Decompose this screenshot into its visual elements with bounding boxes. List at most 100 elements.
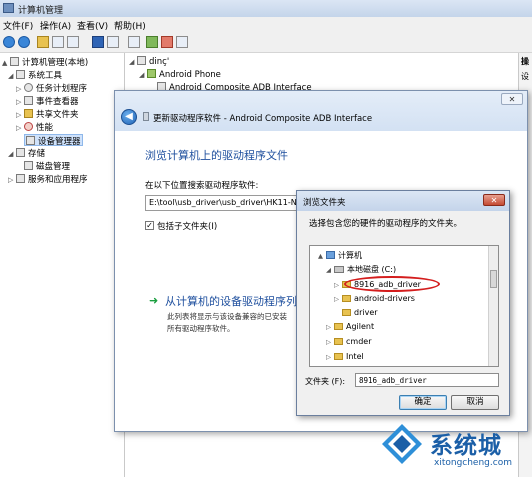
pick-from-list-link[interactable]: 从计算机的设备驱动程序列表 [165, 293, 308, 309]
expand-arrow-icon[interactable]: ▷ [16, 85, 24, 93]
folder-icon [342, 309, 351, 316]
android-phone-icon [147, 69, 156, 78]
tree-item-system-tools[interactable]: ◢ 系统工具 [8, 69, 62, 81]
folder-icon [334, 323, 343, 330]
wizard-back-icon[interactable]: ◀ [121, 109, 137, 125]
forward-icon[interactable] [18, 36, 30, 48]
pick-description-line2: 所有驱动程序软件。 [167, 324, 235, 333]
device-category-android-phone[interactable]: ◢ Android Phone [139, 69, 221, 81]
menu-view[interactable]: 查看(V) [77, 19, 108, 32]
watermark-brand: 系统城 [430, 433, 502, 459]
browse-titlebar[interactable]: 浏览文件夹 ✕ [297, 191, 509, 211]
search-location-label: 在以下位置搜索驱动程序软件: [145, 181, 259, 191]
menu-action[interactable]: 操作(A) [40, 19, 71, 32]
computer-icon [137, 56, 146, 65]
tree-item-computer-management[interactable]: ▲ 计算机管理(本地) [2, 56, 88, 68]
cancel-button[interactable]: 取消 [451, 395, 499, 410]
expand-arrow-icon[interactable]: ▷ [16, 124, 24, 132]
tree-item-performance[interactable]: ▷ 性能 [16, 121, 53, 133]
folder-icon [334, 338, 343, 345]
tree-item-event-viewer[interactable]: ▷ 事件查看器 [16, 95, 79, 107]
clock-icon [24, 83, 33, 92]
include-subfolders-label[interactable]: 包括子文件夹(I) [157, 220, 217, 232]
toolbar [0, 32, 532, 53]
actions-item[interactable]: 设 [521, 71, 529, 82]
expand-arrow-icon[interactable]: ▷ [16, 98, 24, 106]
performance-icon [24, 122, 33, 131]
folder-input[interactable]: 8916_adb_driver [355, 373, 499, 387]
wizard-title: 更新驱动程序软件 - Android Composite ADB Interfa… [153, 114, 373, 124]
watermark-url: xitongcheng.com [434, 458, 512, 468]
browse-close-button[interactable]: ✕ [483, 194, 505, 206]
tree-item-storage[interactable]: ◢ 存储 [8, 147, 45, 159]
view-icon[interactable] [107, 36, 119, 48]
services-icon [16, 174, 25, 183]
watermark-logo [382, 424, 422, 464]
folder-node-agilent[interactable]: ▷ Agilent [326, 322, 374, 334]
browse-title: 浏览文件夹 [303, 198, 346, 208]
shared-folder-icon [24, 109, 33, 118]
red-highlight-circle [344, 276, 440, 292]
menu-file[interactable]: 文件(F) [3, 19, 33, 32]
tree-item-shared-folders[interactable]: ▷ 共享文件夹 [16, 108, 79, 120]
tools-icon [16, 70, 25, 79]
folder-node-android-drivers[interactable]: ▷ android-drivers [334, 294, 415, 306]
folder-node-intel[interactable]: ▷ Intel [326, 352, 364, 364]
computer-icon [326, 251, 335, 259]
disk-icon [24, 161, 33, 170]
window-titlebar[interactable]: 计算机管理 [0, 0, 532, 18]
expand-arrow-icon[interactable]: ▷ [326, 338, 334, 346]
help-icon[interactable] [92, 36, 104, 48]
expand-arrow-icon[interactable]: ▷ [326, 323, 334, 331]
wizard-header: ◀ 更新驱动程序软件 - Android Composite ADB Inter… [115, 91, 527, 131]
scrollbar-thumb[interactable] [490, 270, 497, 288]
properties-icon[interactable] [67, 36, 79, 48]
storage-icon [16, 148, 25, 157]
ok-button[interactable]: 确定 [399, 395, 447, 410]
device-root[interactable]: ◢ dinç' [129, 56, 169, 68]
folder-node-driver[interactable]: driver [342, 308, 378, 320]
device-icon [143, 112, 149, 121]
expand-arrow-icon[interactable]: ▷ [334, 295, 342, 303]
event-viewer-icon [24, 96, 33, 105]
back-icon[interactable] [3, 36, 15, 48]
wizard-close-button[interactable]: ✕ [501, 93, 523, 105]
expand-arrow-icon[interactable]: ▷ [334, 281, 342, 289]
expand-arrow-icon[interactable]: ▷ [16, 111, 24, 119]
folder-node-cmder[interactable]: ▷ cmder [326, 337, 371, 349]
tree-item-services-apps[interactable]: ▷ 服务和应用程序 [8, 173, 88, 185]
up-folder-icon[interactable] [37, 36, 49, 48]
uninstall-icon[interactable] [161, 36, 173, 48]
actions-header: 操 [521, 57, 529, 66]
tree-item-disk-management[interactable]: 磁盘管理 [24, 160, 70, 172]
folder-tree: ▲ 计算机 ◢ 本地磁盘 (C:) ▷ 8916_adb_driver ▷ androi… [309, 245, 499, 367]
collapse-arrow-icon[interactable]: ▲ [2, 59, 10, 67]
scan-hardware-icon[interactable] [128, 36, 140, 48]
device-manager-icon [26, 136, 35, 145]
drive-icon [334, 266, 344, 273]
include-subfolders-checkbox[interactable]: ✓ [145, 221, 154, 230]
folder-node-computer[interactable]: ▲ 计算机 [318, 250, 362, 262]
wizard-heading: 浏览计算机上的驱动程序文件 [145, 149, 288, 162]
computer-icon [10, 57, 19, 66]
tree-item-device-manager[interactable]: 设备管理器 [24, 134, 83, 147]
disable-device-icon[interactable] [176, 36, 188, 48]
collapse-arrow-icon[interactable]: ◢ [8, 72, 16, 80]
collapse-arrow-icon[interactable]: ◢ [8, 150, 16, 158]
collapse-arrow-icon[interactable]: ◢ [326, 266, 334, 274]
console-tree: ▲ 计算机管理(本地) ◢ 系统工具 ▷ 任务计划程序 ▷ 事件查看器 ▷ 共享文件夹 ▷… [0, 53, 125, 477]
menu-help[interactable]: 帮助(H) [114, 19, 146, 32]
driver-path-input[interactable]: E:\tool\usb_driver\usb_driver\HK11-N4 [145, 195, 315, 211]
browse-instruction: 选择包含您的硬件的驱动程序的文件夹。 [309, 219, 463, 229]
folder-label: 文件夹 (F): [305, 377, 346, 386]
expand-arrow-icon[interactable]: ▷ [326, 353, 334, 361]
update-driver-icon[interactable] [146, 36, 158, 48]
expand-arrow-icon[interactable]: ▷ [8, 176, 16, 184]
collapse-arrow-icon[interactable]: ▲ [318, 252, 326, 260]
folder-node-local-disk[interactable]: ◢ 本地磁盘 (C:) [326, 264, 396, 276]
folder-tree-scrollbar[interactable] [488, 246, 498, 366]
show-tree-icon[interactable] [52, 36, 64, 48]
tree-item-task-scheduler[interactable]: ▷ 任务计划程序 [16, 82, 87, 94]
browse-folder-dialog: 浏览文件夹 ✕ 选择包含您的硬件的驱动程序的文件夹。 ▲ 计算机 ◢ 本地磁盘 (C… [296, 190, 510, 416]
green-arrow-icon: ➜ [149, 294, 159, 307]
